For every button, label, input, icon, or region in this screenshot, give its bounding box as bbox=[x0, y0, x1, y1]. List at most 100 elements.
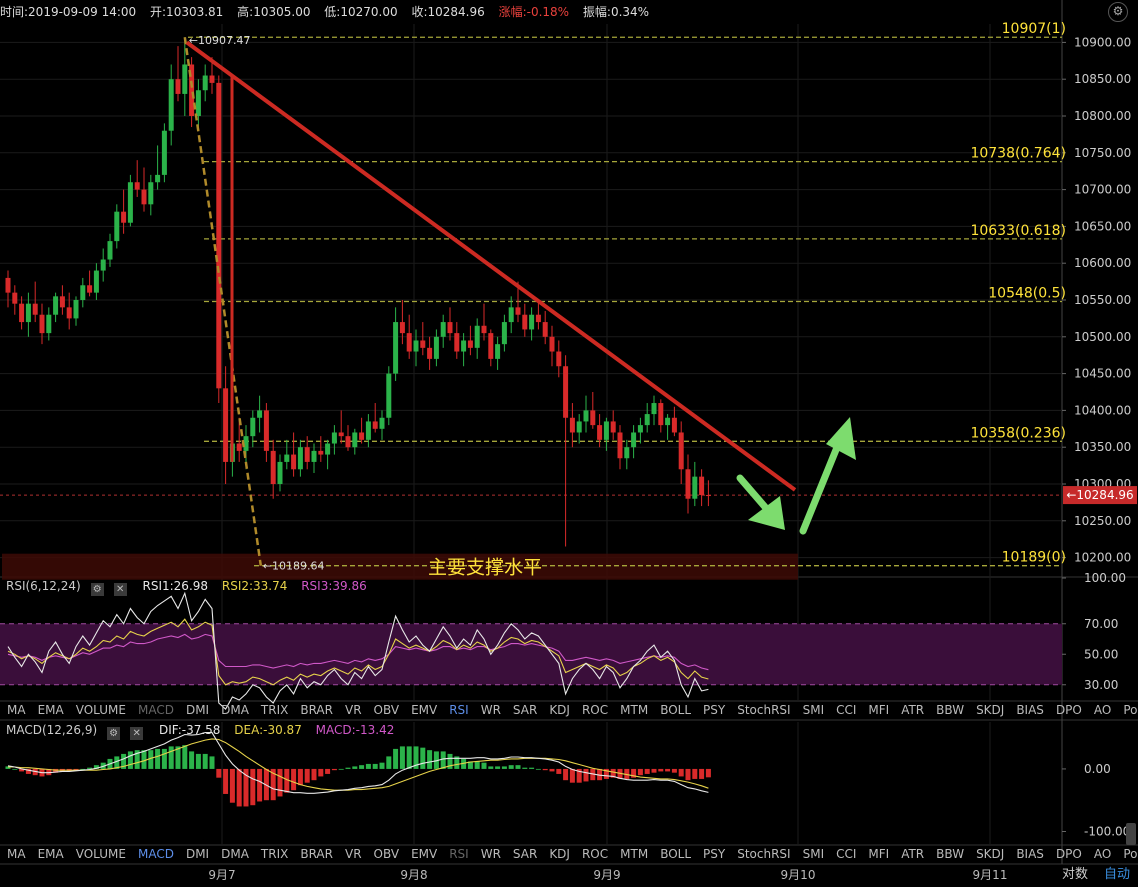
candle-body bbox=[318, 450, 324, 455]
tab-bias[interactable]: BIAS bbox=[1009, 845, 1049, 863]
tab-dmi[interactable]: DMI bbox=[179, 701, 214, 719]
price-tick-label: 10700.00 bbox=[1074, 183, 1131, 197]
macd-hist-bar bbox=[481, 762, 487, 769]
tab-wr[interactable]: WR bbox=[474, 845, 506, 863]
tab-cci[interactable]: CCI bbox=[829, 845, 861, 863]
tab-kdj[interactable]: KDJ bbox=[542, 845, 575, 863]
price-chart[interactable]: 9月7 9月8 9月9 9月10 9月11 10900.00 10850.00 10800.0… bbox=[0, 0, 1138, 887]
tab-obv[interactable]: OBV bbox=[367, 701, 405, 719]
tab-macd[interactable]: MACD bbox=[131, 701, 179, 719]
macd-hist-bar bbox=[569, 768, 575, 783]
tab-dpo[interactable]: DPO bbox=[1049, 701, 1087, 719]
descending-trendline bbox=[185, 40, 797, 492]
tab-trix[interactable]: TRIX bbox=[254, 701, 293, 719]
tab-mfi[interactable]: MFI bbox=[861, 701, 894, 719]
tab-ao[interactable]: AO bbox=[1087, 845, 1116, 863]
close-icon[interactable]: ✕ bbox=[130, 727, 144, 740]
candle-body bbox=[420, 340, 426, 348]
tab-stochrsi[interactable]: StochRSI bbox=[730, 701, 795, 719]
price-tick-label: 10750.00 bbox=[1074, 146, 1131, 160]
macd-hist-bar bbox=[182, 745, 188, 769]
tab-bias[interactable]: BIAS bbox=[1009, 701, 1049, 719]
tab-smi[interactable]: SMI bbox=[796, 701, 830, 719]
tab-ma[interactable]: MA bbox=[0, 701, 31, 719]
macd-hist-bar bbox=[338, 768, 344, 770]
tab-obv[interactable]: OBV bbox=[367, 845, 405, 863]
tab-atr[interactable]: ATR bbox=[894, 701, 929, 719]
tab-position[interactable]: Position bbox=[1116, 845, 1138, 863]
log-scale-button[interactable]: 对数 bbox=[1054, 865, 1096, 885]
candle-body bbox=[93, 270, 99, 293]
tab-atr[interactable]: ATR bbox=[894, 845, 929, 863]
tab-dpo[interactable]: DPO bbox=[1049, 845, 1087, 863]
tab-bbw[interactable]: BBW bbox=[929, 845, 969, 863]
tab-ao[interactable]: AO bbox=[1087, 701, 1116, 719]
candle-body bbox=[277, 461, 283, 484]
macd-hist-bar bbox=[399, 746, 405, 769]
candle-body bbox=[665, 417, 671, 426]
auto-scale-button[interactable]: 自动 bbox=[1096, 865, 1138, 885]
tab-trix[interactable]: TRIX bbox=[254, 845, 293, 863]
tab-volume[interactable]: VOLUME bbox=[69, 845, 131, 863]
tab-mfi[interactable]: MFI bbox=[861, 845, 894, 863]
macd-hist-bar bbox=[420, 747, 426, 769]
price-tick-label: 10550.00 bbox=[1074, 293, 1131, 307]
price-tick-label: 10250.00 bbox=[1074, 514, 1131, 528]
tab-rsi[interactable]: RSI bbox=[442, 845, 474, 863]
tab-stochrsi[interactable]: StochRSI bbox=[730, 845, 795, 863]
tab-roc[interactable]: ROC bbox=[575, 845, 613, 863]
tab-dmi[interactable]: DMI bbox=[179, 845, 214, 863]
candle-body bbox=[461, 340, 467, 352]
price-tick-label: 10350.00 bbox=[1074, 440, 1131, 454]
tab-cci[interactable]: CCI bbox=[829, 701, 861, 719]
tab-position[interactable]: Position bbox=[1116, 701, 1138, 719]
candle-body bbox=[291, 454, 297, 470]
candle-body bbox=[53, 296, 59, 315]
tab-brar[interactable]: BRAR bbox=[293, 701, 338, 719]
tab-emv[interactable]: EMV bbox=[404, 701, 442, 719]
tab-rsi[interactable]: RSI bbox=[442, 701, 474, 719]
tab-kdj[interactable]: KDJ bbox=[542, 701, 575, 719]
tab-smi[interactable]: SMI bbox=[796, 845, 830, 863]
close-icon[interactable]: ✕ bbox=[113, 583, 127, 596]
tab-volume[interactable]: VOLUME bbox=[69, 701, 131, 719]
tab-psy[interactable]: PSY bbox=[696, 701, 730, 719]
tab-ema[interactable]: EMA bbox=[31, 845, 69, 863]
macd-hist-bar bbox=[311, 768, 317, 781]
tab-wr[interactable]: WR bbox=[474, 701, 506, 719]
tab-dma[interactable]: DMA bbox=[214, 845, 254, 863]
settings-small-icon[interactable]: ⚙ bbox=[107, 727, 121, 740]
tab-skdj[interactable]: SKDJ bbox=[969, 845, 1009, 863]
tab-dma[interactable]: DMA bbox=[214, 701, 254, 719]
dea-readout: DEA:-30.87 bbox=[234, 723, 302, 737]
macd-hist-bar bbox=[297, 768, 303, 786]
tab-emv[interactable]: EMV bbox=[404, 845, 442, 863]
tab-boll[interactable]: BOLL bbox=[653, 701, 696, 719]
macd-hist-bar bbox=[542, 768, 548, 771]
tab-bbw[interactable]: BBW bbox=[929, 701, 969, 719]
tab-brar[interactable]: BRAR bbox=[293, 845, 338, 863]
tab-sar[interactable]: SAR bbox=[506, 701, 542, 719]
scroll-handle[interactable] bbox=[1126, 823, 1136, 845]
tab-macd[interactable]: MACD bbox=[131, 845, 179, 863]
tab-psy[interactable]: PSY bbox=[696, 845, 730, 863]
macd-hist-bar bbox=[501, 766, 507, 769]
tab-mtm[interactable]: MTM bbox=[613, 701, 653, 719]
candle-body bbox=[331, 432, 337, 444]
tab-roc[interactable]: ROC bbox=[575, 701, 613, 719]
settings-small-icon[interactable]: ⚙ bbox=[90, 583, 104, 596]
tab-mtm[interactable]: MTM bbox=[613, 845, 653, 863]
tab-vr[interactable]: VR bbox=[338, 845, 367, 863]
candle-body bbox=[692, 476, 698, 499]
tab-sar[interactable]: SAR bbox=[506, 845, 542, 863]
macd-hist-bar bbox=[257, 768, 263, 802]
tab-boll[interactable]: BOLL bbox=[653, 845, 696, 863]
x-tick-label: 9月11 bbox=[973, 868, 1008, 882]
tab-vr[interactable]: VR bbox=[338, 701, 367, 719]
tab-skdj[interactable]: SKDJ bbox=[969, 701, 1009, 719]
candle-body bbox=[399, 322, 405, 334]
tab-ema[interactable]: EMA bbox=[31, 701, 69, 719]
tab-ma[interactable]: MA bbox=[0, 845, 31, 863]
rsi1-readout: RSI1:26.98 bbox=[142, 579, 209, 593]
candle-body bbox=[522, 314, 528, 330]
